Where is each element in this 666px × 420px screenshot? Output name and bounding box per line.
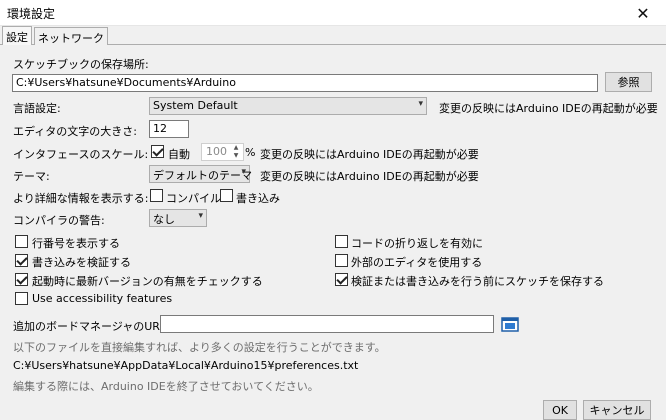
- verbose-upload-label: 書き込み: [236, 192, 280, 205]
- auto-scale-checkbox[interactable]: [151, 145, 164, 158]
- theme-restart-note: 変更の反映にはArduino IDEの再起動が必要: [260, 170, 479, 183]
- scale-restart-note: 変更の反映にはArduino IDEの再起動が必要: [260, 148, 479, 161]
- board-urls-input[interactable]: [160, 315, 494, 333]
- chevron-down-icon: ▾: [198, 211, 203, 221]
- interface-scale-label: インタフェースのスケール:: [13, 148, 149, 161]
- verbose-compile-label: コンパイル: [166, 192, 221, 205]
- tab-bar: 設定 ネットワーク: [0, 26, 666, 46]
- external-editor-label: 外部のエディタを使用する: [351, 256, 483, 269]
- theme-label: テーマ:: [13, 170, 50, 183]
- browse-button[interactable]: 参照: [605, 72, 652, 92]
- close-button[interactable]: ✕: [620, 0, 666, 26]
- scale-unit: %: [245, 146, 256, 159]
- save-before-upload-label: 検証または書き込みを行う前にスケッチを保存する: [351, 275, 604, 288]
- settings-panel: スケッチブックの保存場所: C:¥Users¥hatsune¥Documents…: [0, 45, 666, 420]
- verbose-compile-checkbox[interactable]: [150, 189, 163, 202]
- accessibility-label: Use accessibility features: [32, 292, 173, 305]
- code-folding-checkbox[interactable]: [335, 235, 348, 248]
- chevron-down-icon: ▾: [418, 99, 423, 109]
- theme-select[interactable]: デフォルトのテーマ ▾: [149, 165, 252, 183]
- tab-settings-label: 設定: [6, 31, 28, 44]
- warnings-label: コンパイラの警告:: [13, 214, 105, 227]
- board-urls-label: 追加のボードマネージャのURL:: [13, 320, 170, 333]
- sketchbook-label: スケッチブックの保存場所:: [13, 58, 149, 71]
- auto-scale-label: 自動: [168, 148, 190, 161]
- check-updates-checkbox[interactable]: [15, 273, 28, 286]
- chevron-down-icon: ▾: [241, 167, 246, 177]
- prefs-file-path: C:¥Users¥hatsune¥AppData¥Local¥Arduino15…: [13, 359, 359, 372]
- external-editor-checkbox[interactable]: [335, 254, 348, 267]
- theme-value: デフォルトのテーマ: [153, 169, 252, 182]
- accessibility-checkbox[interactable]: [15, 292, 28, 305]
- code-folding-label: コードの折り返しを有効に: [351, 237, 483, 250]
- language-select[interactable]: System Default ▾: [149, 97, 427, 115]
- ok-button[interactable]: OK: [543, 400, 577, 420]
- line-numbers-label: 行番号を表示する: [32, 237, 120, 250]
- verify-upload-label: 書き込みを検証する: [32, 256, 131, 269]
- verify-upload-checkbox[interactable]: [15, 254, 28, 267]
- close-icon: ✕: [636, 3, 650, 23]
- prefs-hint: 以下のファイルを直接編集すれば、より多くの設定を行うことができます。: [13, 341, 386, 354]
- prefs-edit-note: 編集する際には、Arduino IDEを終了させておいてください。: [13, 380, 319, 393]
- font-size-label: エディタの文字の大きさ:: [13, 125, 137, 138]
- verbose-upload-checkbox[interactable]: [220, 189, 233, 202]
- tab-settings[interactable]: 設定: [2, 26, 32, 46]
- font-size-input[interactable]: 12: [149, 120, 189, 138]
- window-list-icon: [501, 316, 519, 332]
- board-urls-edit-button[interactable]: [500, 315, 520, 333]
- cancel-button[interactable]: キャンセル: [583, 400, 651, 420]
- title-bar: 環境設定 ✕: [0, 0, 666, 26]
- warnings-value: なし: [153, 213, 175, 226]
- language-label: 言語設定:: [13, 102, 61, 115]
- tab-network[interactable]: ネットワーク: [34, 27, 108, 45]
- verbose-label: より詳細な情報を表示する:: [13, 192, 149, 205]
- tab-network-label: ネットワーク: [38, 32, 104, 45]
- line-numbers-checkbox[interactable]: [15, 235, 28, 248]
- check-updates-label: 起動時に最新バージョンの有無をチェックする: [32, 275, 263, 288]
- scale-value: 100: [206, 145, 227, 158]
- warnings-select[interactable]: なし ▾: [149, 209, 207, 227]
- sketchbook-path-input[interactable]: C:¥Users¥hatsune¥Documents¥Arduino: [12, 74, 598, 92]
- scale-spinner[interactable]: 100 ▲ ▼: [201, 143, 244, 161]
- language-restart-note: 変更の反映にはArduino IDEの再起動が必要: [439, 102, 658, 115]
- window-title: 環境設定: [7, 7, 56, 21]
- save-before-upload-checkbox[interactable]: [335, 273, 348, 286]
- language-value: System Default: [153, 99, 238, 112]
- spinner-arrows-icon[interactable]: ▲ ▼: [230, 144, 242, 160]
